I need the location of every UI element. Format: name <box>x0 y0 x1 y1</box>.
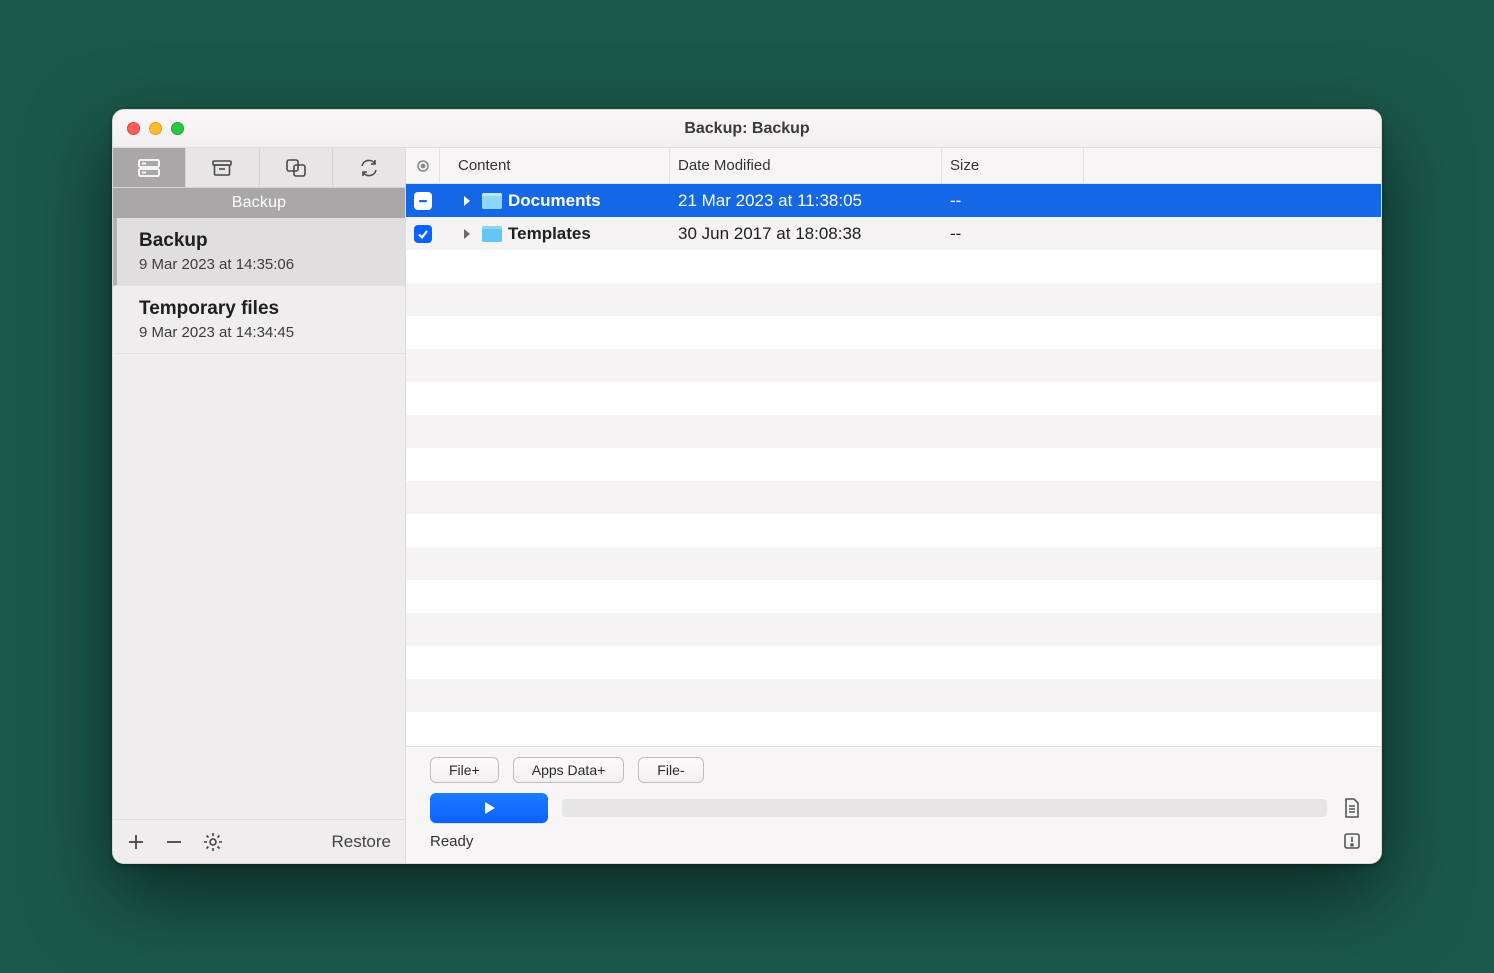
sidebar-list: Backup 9 Mar 2023 at 14:35:06 Temporary … <box>113 218 405 819</box>
column-check[interactable] <box>406 148 440 183</box>
window-title: Backup: Backup <box>113 120 1381 138</box>
sidebar-footer: Restore <box>113 819 405 863</box>
column-date-modified[interactable]: Date Modified <box>670 148 942 183</box>
table-row-empty <box>406 250 1381 283</box>
row-checkbox[interactable] <box>414 225 432 243</box>
table-header: Content Date Modified Size <box>406 148 1381 184</box>
bottom-panel: File+ Apps Data+ File- Re <box>406 746 1381 863</box>
table-row-empty <box>406 679 1381 712</box>
main-panel: Content Date Modified Size <box>406 148 1381 863</box>
sidebar: Backup Backup 9 Mar 2023 at 14:35:06 Tem… <box>113 148 406 863</box>
sidebar-item-label: Backup <box>139 230 387 252</box>
backup-set-icon <box>138 159 160 177</box>
row-checkbox[interactable] <box>414 192 432 210</box>
table-row-empty <box>406 415 1381 448</box>
alert-button[interactable] <box>1341 829 1363 853</box>
table-row-empty <box>406 514 1381 547</box>
folder-icon <box>482 193 502 209</box>
table-row-empty <box>406 481 1381 514</box>
sidebar-item-backup[interactable]: Backup 9 Mar 2023 at 14:35:06 <box>113 218 405 286</box>
table-row[interactable]: Documents 21 Mar 2023 at 11:38:05 -- <box>406 184 1381 217</box>
sidebar-tab-sync[interactable] <box>333 148 405 187</box>
restore-button[interactable]: Restore <box>331 832 391 852</box>
table-row-empty <box>406 580 1381 613</box>
table-row-empty <box>406 283 1381 316</box>
row-date: 30 Jun 2017 at 18:08:38 <box>670 217 942 250</box>
status-text: Ready <box>430 833 473 850</box>
table-body: Documents 21 Mar 2023 at 11:38:05 -- <box>406 184 1381 746</box>
remove-button[interactable] <box>165 833 183 851</box>
file-add-button[interactable]: File+ <box>430 757 499 783</box>
settings-button[interactable] <box>203 832 223 852</box>
sidebar-item-label: Temporary files <box>139 298 387 320</box>
log-button[interactable] <box>1341 796 1363 820</box>
sidebar-item-temporary-files[interactable]: Temporary files 9 Mar 2023 at 14:34:45 <box>113 286 405 354</box>
progress-bar <box>562 799 1327 817</box>
table-row-empty <box>406 646 1381 679</box>
sidebar-item-date: 9 Mar 2023 at 14:35:06 <box>139 256 387 273</box>
column-extra <box>1084 148 1381 183</box>
run-button[interactable] <box>430 793 548 823</box>
file-remove-button[interactable]: File- <box>638 757 703 783</box>
sidebar-section-header: Backup <box>113 188 405 218</box>
row-size: -- <box>942 184 1084 217</box>
titlebar: Backup: Backup <box>113 110 1381 148</box>
sidebar-tab-backup[interactable] <box>113 148 186 187</box>
row-name: Templates <box>508 224 591 244</box>
row-name: Documents <box>508 191 601 211</box>
sidebar-tab-clone[interactable] <box>260 148 333 187</box>
table-row-empty <box>406 448 1381 481</box>
apps-data-add-button[interactable]: Apps Data+ <box>513 757 625 783</box>
folder-icon <box>482 226 502 242</box>
row-date: 21 Mar 2023 at 11:38:05 <box>670 184 942 217</box>
table-row-empty <box>406 547 1381 580</box>
table-row-empty <box>406 349 1381 382</box>
column-content[interactable]: Content <box>440 148 670 183</box>
table-row[interactable]: Templates 30 Jun 2017 at 18:08:38 -- <box>406 217 1381 250</box>
sidebar-tabs <box>113 148 405 188</box>
archive-icon <box>211 159 233 177</box>
app-window: Backup: Backup <box>112 109 1382 864</box>
disclosure-icon[interactable] <box>462 195 476 207</box>
sidebar-tab-archive[interactable] <box>186 148 259 187</box>
table-row-empty <box>406 316 1381 349</box>
action-buttons: File+ Apps Data+ File- <box>430 757 1363 783</box>
column-size[interactable]: Size <box>942 148 1084 183</box>
disclosure-icon[interactable] <box>462 228 476 240</box>
table-row-empty <box>406 613 1381 646</box>
row-size: -- <box>942 217 1084 250</box>
sync-icon <box>358 158 380 178</box>
sidebar-item-date: 9 Mar 2023 at 14:34:45 <box>139 324 387 341</box>
add-button[interactable] <box>127 833 145 851</box>
clone-icon <box>285 158 307 178</box>
table-row-empty <box>406 382 1381 415</box>
